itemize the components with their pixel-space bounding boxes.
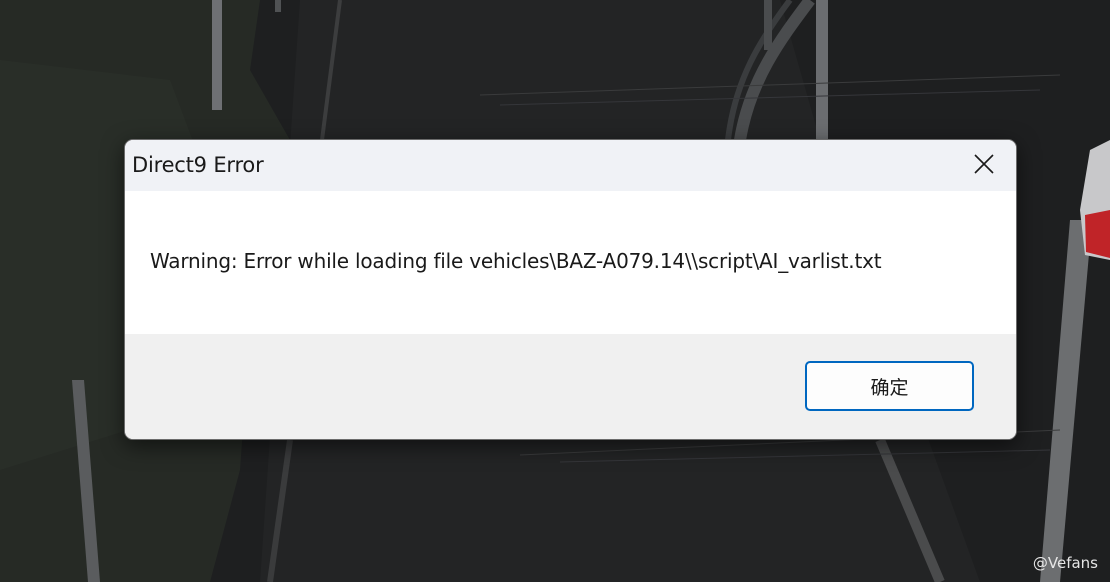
error-dialog: Direct9 Error Warning: Error while loadi… (124, 139, 1017, 440)
close-button[interactable] (952, 140, 1016, 188)
ok-button-label: 确定 (870, 376, 909, 399)
dialog-footer: 确定 (125, 334, 1016, 439)
dialog-titlebar[interactable]: Direct9 Error (125, 140, 1016, 191)
dialog-title: Direct9 Error (132, 153, 264, 177)
error-message: Warning: Error while loading file vehicl… (150, 249, 882, 273)
watermark: @Vefans (1032, 554, 1098, 572)
close-icon (974, 154, 994, 174)
dialog-body: Warning: Error while loading file vehicl… (125, 191, 1016, 334)
ok-button[interactable]: 确定 (805, 361, 974, 411)
